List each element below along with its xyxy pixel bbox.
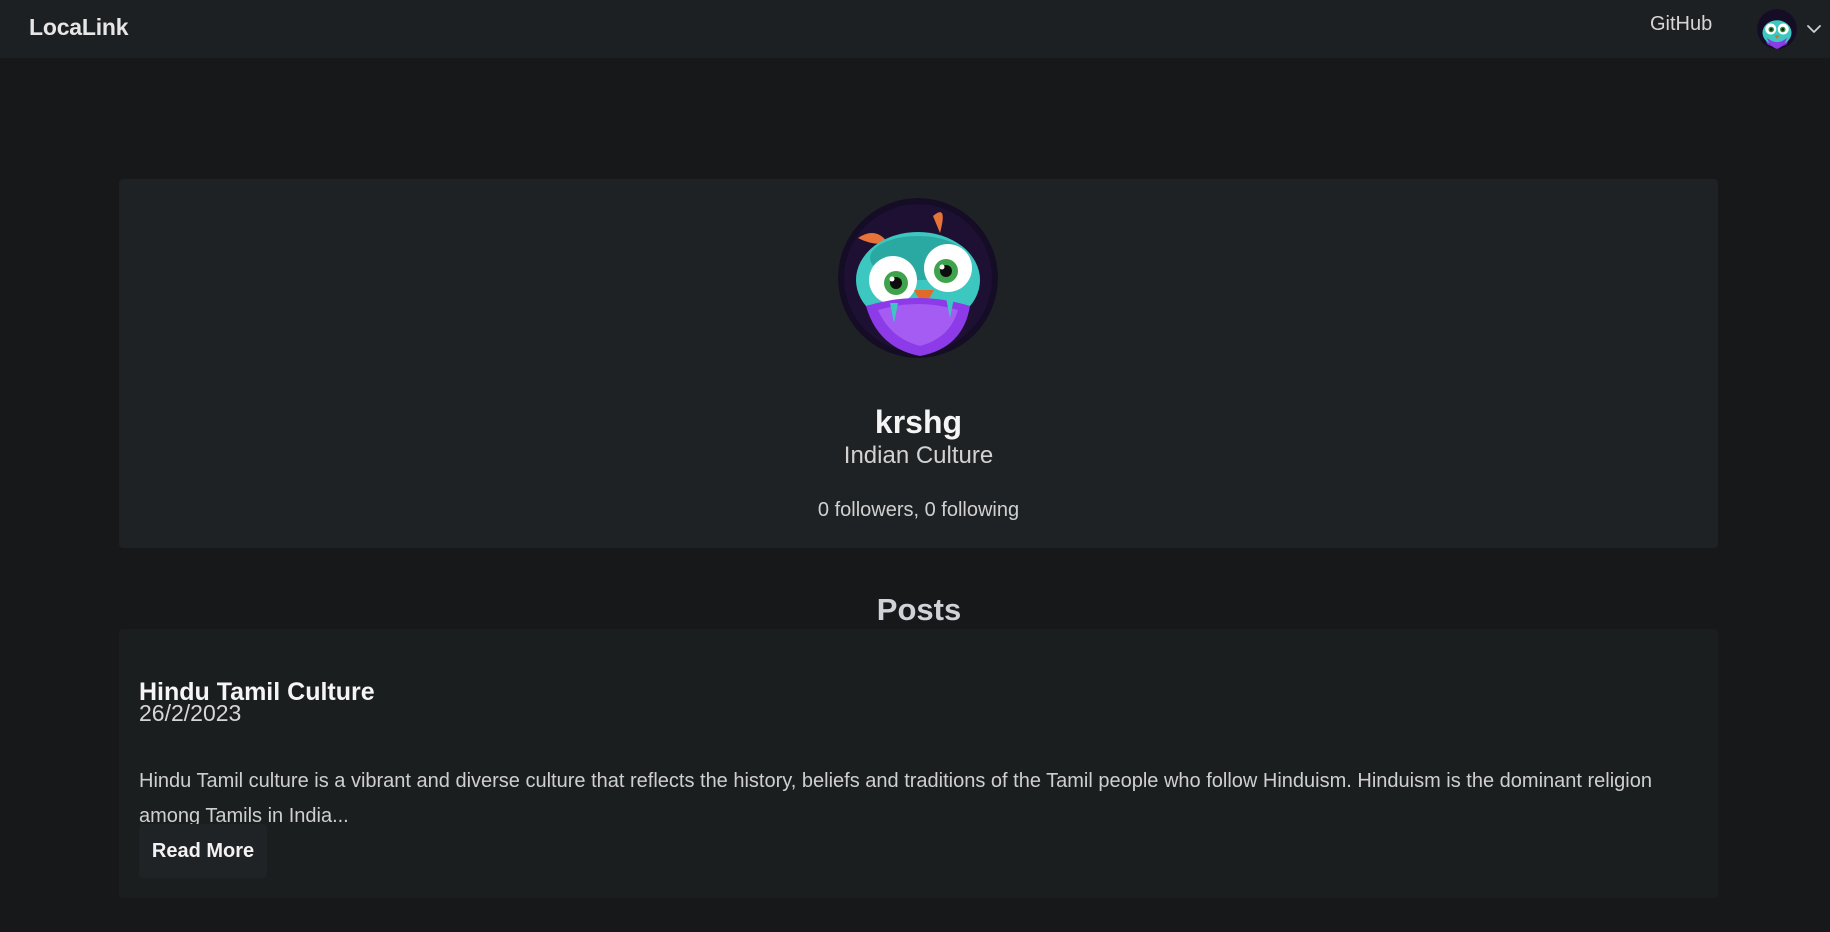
github-link[interactable]: GitHub (1650, 13, 1712, 36)
post-card: Hindu Tamil Culture 26/2/2023 Hindu Tami… (119, 629, 1718, 898)
chevron-down-icon[interactable] (1805, 20, 1823, 38)
profile-follow-stats: 0 followers, 0 following (817, 499, 1020, 521)
read-more-button[interactable]: Read More (139, 824, 267, 878)
profile-avatar (838, 198, 998, 358)
profile-bio: Indian Culture (843, 442, 994, 469)
owl-avatar-icon (838, 198, 998, 358)
brand-logo-link[interactable]: LocaLink (29, 14, 129, 41)
profile-card: krshg Indian Culture 0 followers, 0 foll… (119, 179, 1718, 548)
post-date: 26/2/2023 (139, 700, 242, 726)
user-menu-avatar[interactable] (1757, 9, 1797, 49)
profile-username: krshg (874, 403, 963, 440)
top-navbar: LocaLink GitHub (0, 0, 1830, 58)
owl-avatar-icon (1757, 9, 1797, 49)
posts-heading: Posts (876, 591, 962, 627)
post-excerpt: Hindu Tamil culture is a vibrant and div… (139, 770, 1652, 827)
